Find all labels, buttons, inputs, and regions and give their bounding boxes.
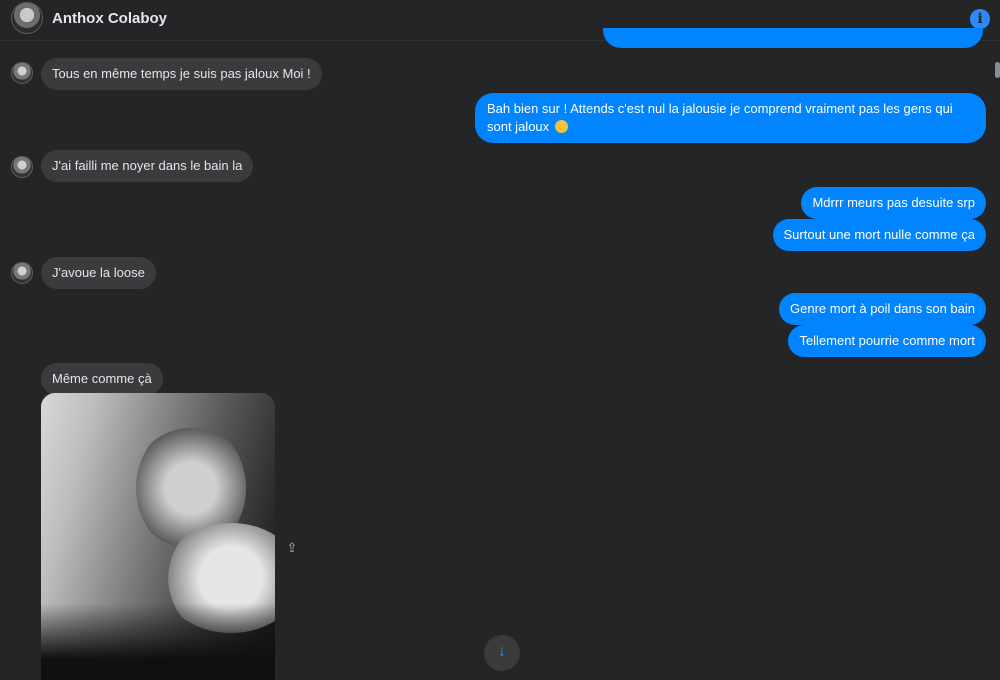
sender-avatar[interactable] — [11, 62, 33, 84]
contact-name[interactable]: Anthox Colaboy — [52, 10, 167, 27]
thinking-face-emoji — [554, 120, 568, 133]
scrollbar-thumb[interactable] — [995, 62, 1000, 78]
share-icon[interactable]: ⇪ — [284, 540, 300, 556]
outgoing-message[interactable]: Genre mort à poil dans son bain — [779, 293, 986, 325]
photo-attachment[interactable] — [41, 393, 275, 680]
contact-avatar[interactable] — [11, 2, 43, 34]
sender-avatar[interactable] — [11, 262, 33, 284]
outgoing-message[interactable]: Bah bien sur ! Attends c'est nul la jalo… — [475, 93, 986, 143]
incoming-message[interactable]: J'ai failli me noyer dans le bain la — [41, 150, 254, 182]
photo-content — [41, 603, 275, 680]
sender-avatar[interactable] — [11, 156, 33, 178]
arrow-down-icon: ↓ — [498, 643, 506, 660]
info-icon[interactable]: i — [970, 9, 990, 29]
incoming-message[interactable]: Tous en même temps je suis pas jaloux Mo… — [41, 58, 322, 90]
scroll-to-bottom-button[interactable]: ↓ — [484, 635, 520, 671]
incoming-message[interactable]: Même comme çà — [41, 363, 163, 395]
outgoing-message[interactable]: Tellement pourrie comme mort — [788, 325, 986, 357]
outgoing-message[interactable]: Mdrrr meurs pas desuite srp — [801, 187, 986, 219]
info-icon-glyph: i — [977, 11, 983, 27]
outgoing-message-bubble-clipped — [603, 28, 983, 48]
outgoing-message[interactable]: Surtout une mort nulle comme ça — [772, 219, 986, 251]
incoming-message[interactable]: J'avoue la loose — [41, 257, 156, 289]
